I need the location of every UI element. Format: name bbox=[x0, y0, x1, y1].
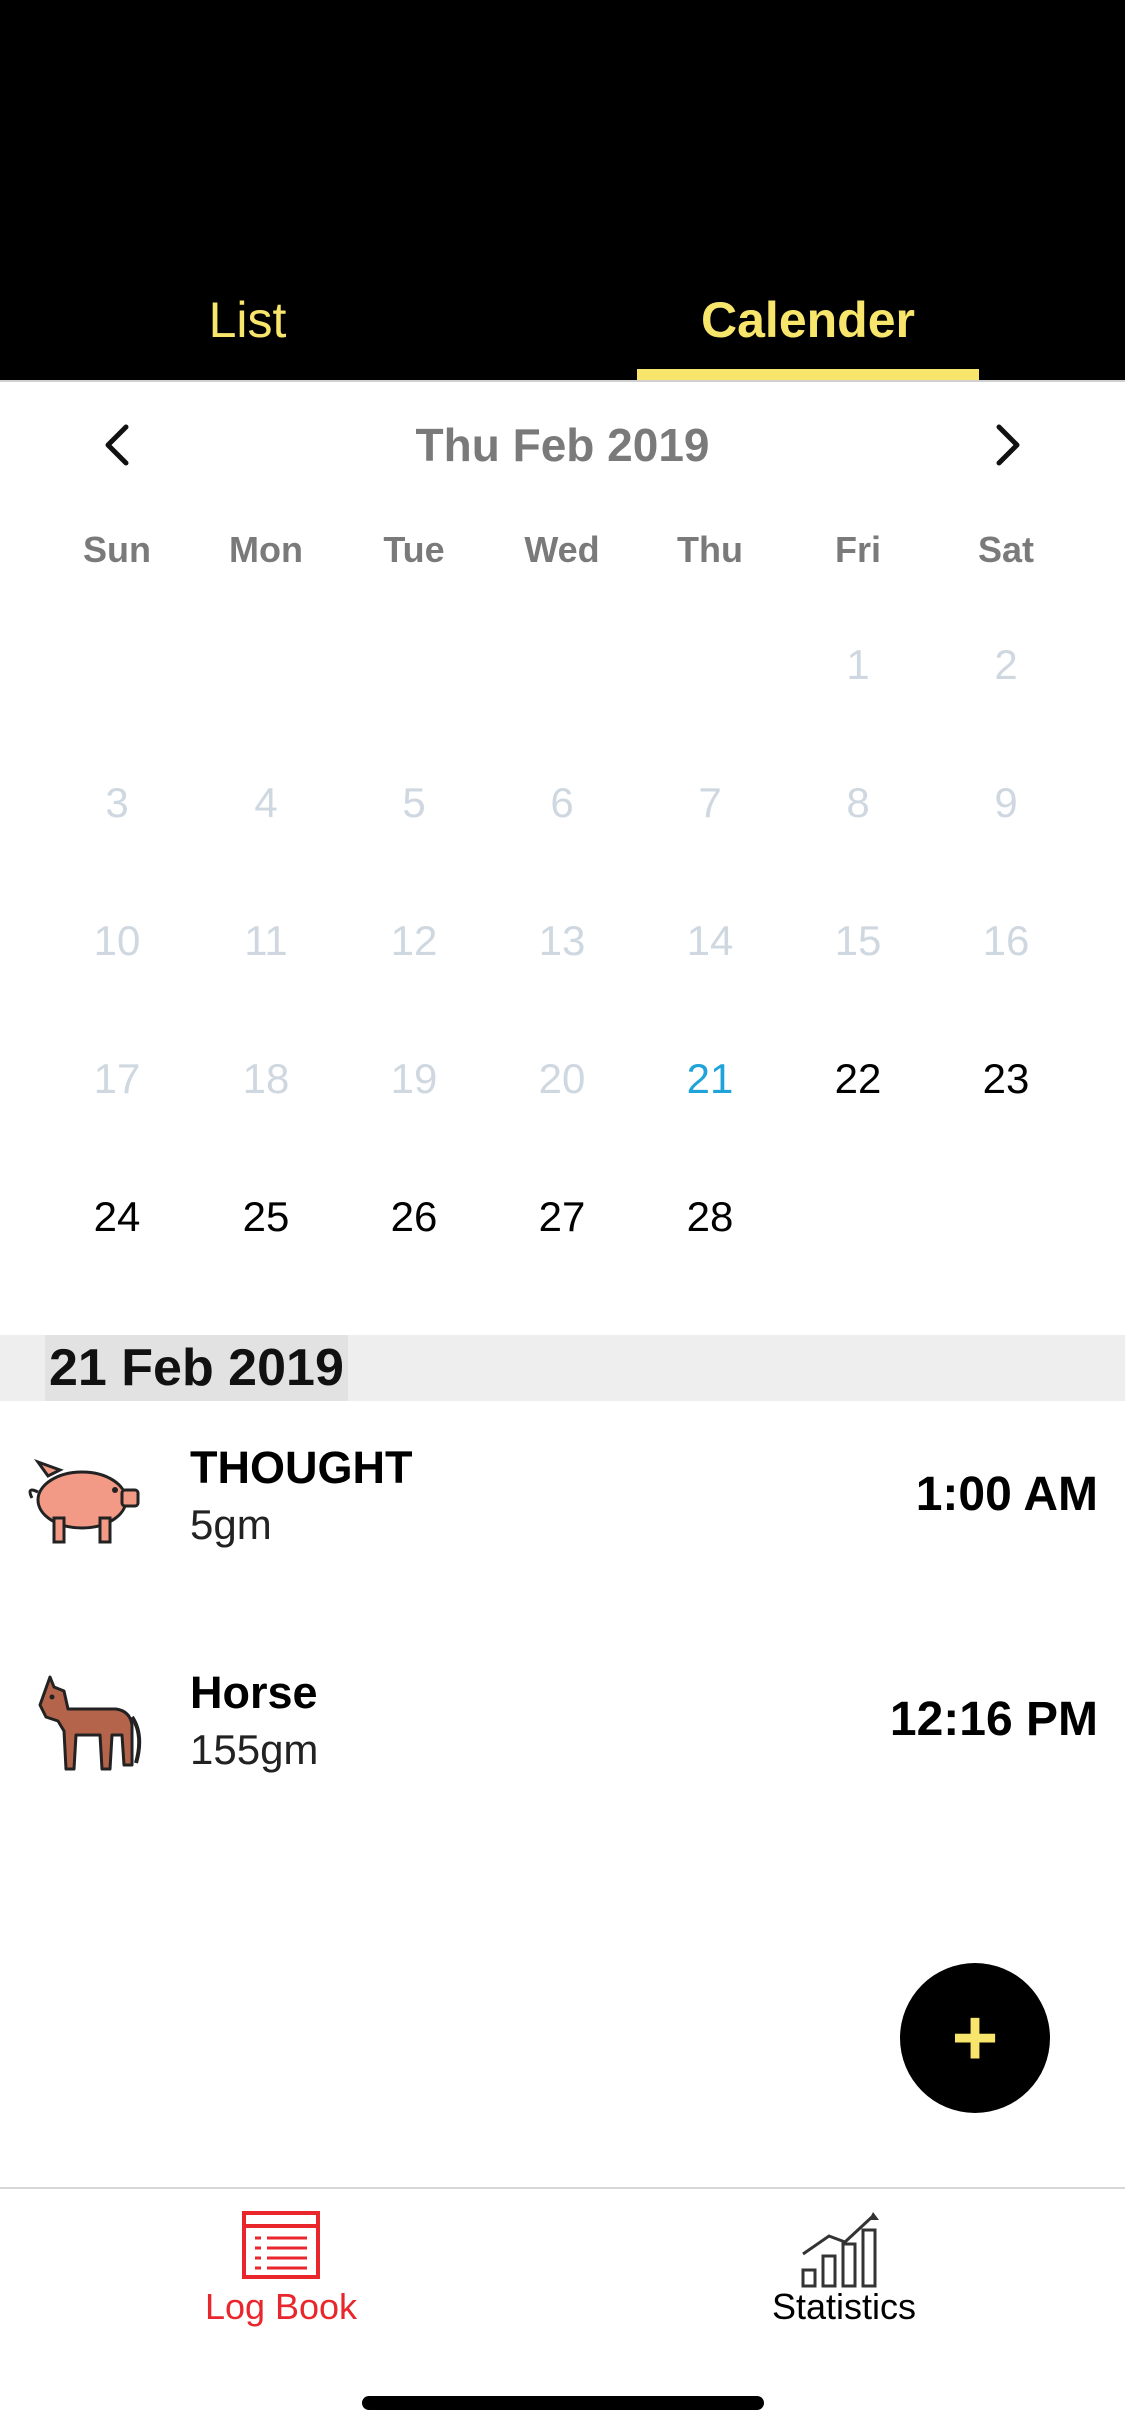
calendar-day[interactable]: 7 bbox=[636, 753, 784, 853]
plus-icon: + bbox=[951, 1993, 999, 2082]
home-indicator bbox=[362, 2396, 764, 2410]
calendar-day[interactable]: 18 bbox=[192, 1029, 340, 1129]
calendar-day[interactable]: 19 bbox=[340, 1029, 488, 1129]
pig-icon bbox=[28, 1458, 140, 1544]
weekday-label: Thu bbox=[677, 529, 743, 570]
tab-list[interactable]: List bbox=[0, 290, 495, 350]
calendar-day[interactable]: 1 bbox=[784, 615, 932, 715]
selected-date: 21 Feb 2019 bbox=[45, 1335, 348, 1401]
calendar-day[interactable]: 21 bbox=[636, 1029, 784, 1129]
calendar-day[interactable]: 14 bbox=[636, 891, 784, 991]
calendar-day[interactable]: 8 bbox=[784, 753, 932, 853]
entry-time: 12:16 PM bbox=[889, 1693, 1098, 1746]
weekday-label: Sat bbox=[977, 529, 1035, 570]
calendar-day[interactable]: 24 bbox=[43, 1167, 191, 1267]
tab-statistics[interactable]: Statistics bbox=[563, 2200, 1125, 2330]
month-title: Thu Feb 2019 bbox=[415, 419, 710, 471]
weekday-label: Mon bbox=[229, 529, 303, 570]
calendar-day[interactable]: 12 bbox=[340, 891, 488, 991]
calendar-day[interactable]: 25 bbox=[192, 1167, 340, 1267]
active-tab-indicator bbox=[637, 369, 979, 380]
prev-month-button[interactable] bbox=[82, 410, 152, 480]
tab-statistics-label: Statistics bbox=[771, 2286, 917, 2327]
logbook-icon bbox=[242, 2211, 320, 2279]
calendar-day[interactable]: 6 bbox=[488, 753, 636, 853]
entry-amount: 155gm bbox=[190, 1726, 319, 1773]
chevron-left-icon bbox=[105, 424, 129, 466]
calendar-day[interactable]: 22 bbox=[784, 1029, 932, 1129]
next-month-button[interactable] bbox=[973, 410, 1043, 480]
entry-time: 1:00 AM bbox=[915, 1468, 1098, 1521]
tab-logbook[interactable]: Log Book bbox=[0, 2200, 562, 2330]
add-entry-button[interactable]: + bbox=[900, 1963, 1050, 2113]
entry-amount: 5gm bbox=[190, 1501, 272, 1548]
calendar-day[interactable]: 9 bbox=[932, 753, 1080, 853]
weekday-label: Fri bbox=[834, 529, 881, 570]
divider bbox=[0, 380, 1125, 382]
divider bbox=[0, 2187, 1125, 2189]
month-header: Thu Feb 2019 bbox=[0, 410, 1125, 480]
weekday-header: Sun Mon Tue Wed Thu Fri Sat bbox=[0, 520, 1125, 580]
calendar-day[interactable]: 16 bbox=[932, 891, 1080, 991]
entry-name: THOUGHT bbox=[190, 1442, 413, 1493]
calendar-day[interactable]: 13 bbox=[488, 891, 636, 991]
list-item[interactable]: Horse 155gm 12:16 PM bbox=[0, 1645, 1125, 1795]
calendar-day[interactable]: 11 bbox=[192, 891, 340, 991]
weekday-label: Sun bbox=[83, 529, 151, 570]
tab-logbook-label: Log Book bbox=[204, 2286, 358, 2327]
calendar-day[interactable]: 28 bbox=[636, 1167, 784, 1267]
calendar-day[interactable]: 2 bbox=[932, 615, 1080, 715]
calendar-day[interactable]: 4 bbox=[192, 753, 340, 853]
horse-icon bbox=[38, 1675, 142, 1771]
calendar-day[interactable]: 5 bbox=[340, 753, 488, 853]
calendar-day[interactable]: 27 bbox=[488, 1167, 636, 1267]
calendar-day[interactable]: 23 bbox=[932, 1029, 1080, 1129]
calendar-day[interactable]: 26 bbox=[340, 1167, 488, 1267]
tab-calendar[interactable]: Calender bbox=[637, 290, 979, 350]
calendar-grid: 1 2 3 4 5 6 7 8 9 10 11 12 13 14 15 16 17 18 19 20 21 22 23 24 2… bbox=[0, 615, 1125, 1275]
list-item[interactable]: THOUGHT 5gm 1:00 AM bbox=[0, 1420, 1125, 1570]
weekday-label: Wed bbox=[524, 529, 600, 570]
calendar-day[interactable]: 20 bbox=[488, 1029, 636, 1129]
calendar-day[interactable]: 17 bbox=[43, 1029, 191, 1129]
statistics-icon bbox=[801, 2212, 879, 2288]
calendar-day[interactable]: 3 bbox=[43, 753, 191, 853]
chevron-right-icon bbox=[996, 424, 1020, 466]
section-header: 21 Feb 2019 bbox=[0, 1335, 1125, 1401]
weekday-label: Tue bbox=[383, 529, 445, 570]
calendar-day[interactable]: 15 bbox=[784, 891, 932, 991]
calendar-day[interactable]: 10 bbox=[43, 891, 191, 991]
entry-name: Horse bbox=[190, 1667, 318, 1718]
